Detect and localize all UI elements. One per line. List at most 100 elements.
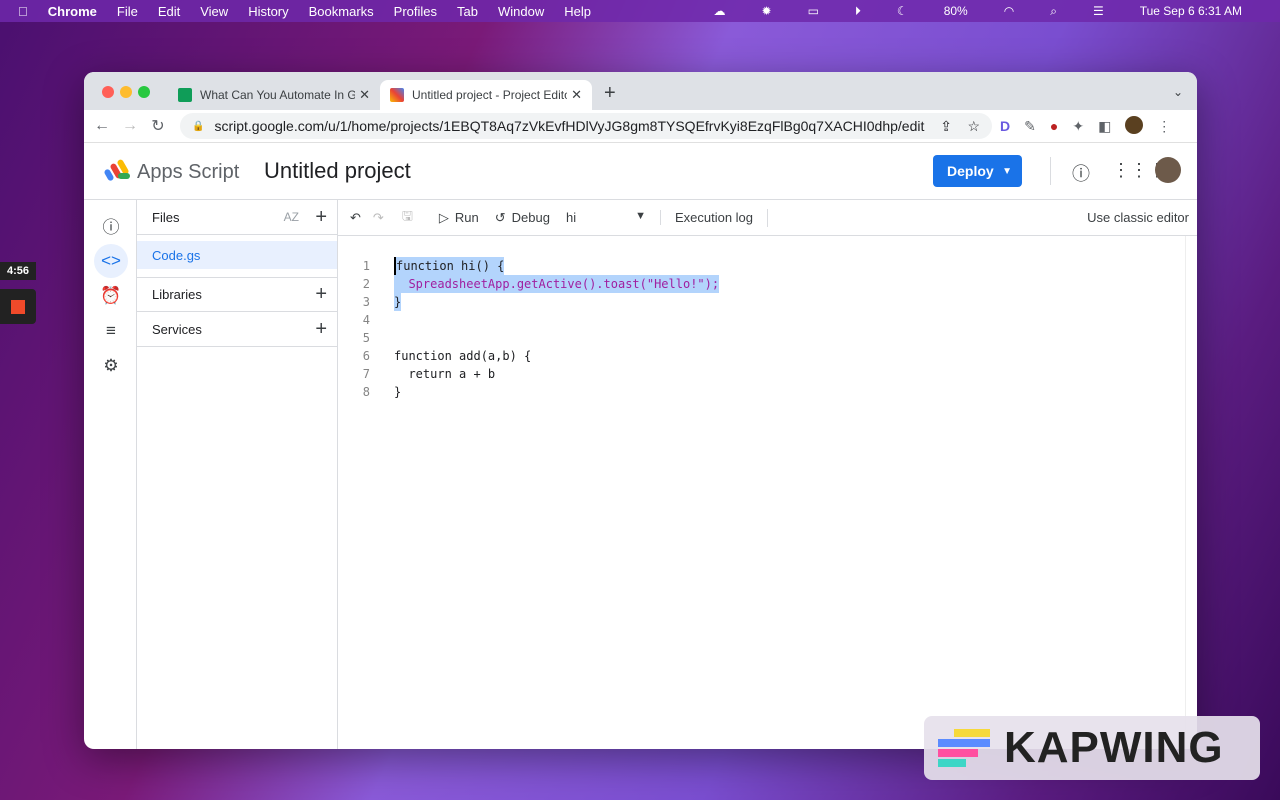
- share-icon[interactable]: ⇪: [940, 118, 952, 135]
- use-classic-editor-button[interactable]: Use classic editor: [1087, 210, 1189, 225]
- libraries-row[interactable]: Libraries +: [137, 277, 337, 312]
- lock-icon: 🔒: [192, 120, 205, 132]
- run-label: Run: [454, 209, 479, 225]
- minimize-window-button[interactable]: [120, 86, 132, 98]
- editor-scrollbar[interactable]: [1185, 236, 1197, 749]
- services-row[interactable]: Services +: [137, 312, 337, 347]
- add-service-button[interactable]: +: [315, 318, 327, 341]
- close-tab-icon[interactable]: ✕: [359, 87, 370, 103]
- forward-icon[interactable]: →: [116, 117, 144, 135]
- executions-list-icon[interactable]: ≡: [94, 314, 128, 348]
- menu-app[interactable]: Chrome: [48, 4, 97, 19]
- settings-gear-icon[interactable]: ⚙: [94, 349, 128, 383]
- tab-sheets[interactable]: What Can You Automate In Goo ✕: [168, 80, 380, 110]
- files-panel: Files AZ + Code.gs Libraries + Services +: [137, 200, 338, 749]
- add-library-button[interactable]: +: [315, 283, 327, 306]
- kapwing-text: KAPWING: [1004, 723, 1224, 772]
- menu-help[interactable]: Help: [564, 4, 591, 19]
- reload-icon[interactable]: ↻: [144, 116, 172, 136]
- play-icon: ▷: [438, 209, 449, 225]
- menu-view[interactable]: View: [200, 4, 228, 19]
- chrome-menu-icon[interactable]: ⋮: [1157, 118, 1171, 135]
- code-text: SpreadsheetApp.getActive().toast("Hello!…: [394, 275, 720, 293]
- extensions-puzzle-icon[interactable]: ✦: [1072, 118, 1084, 135]
- apps-script-logo: [104, 159, 130, 181]
- run-button[interactable]: ▷ Run: [439, 210, 479, 226]
- files-header: Files AZ +: [137, 200, 337, 235]
- wifi-icon[interactable]: ◠: [1004, 4, 1014, 18]
- divider: [767, 208, 769, 227]
- save-icon[interactable]: 🖫: [402, 207, 413, 229]
- extension-k-icon[interactable]: ●: [1050, 118, 1058, 135]
- url-field[interactable]: 🔒 script.google.com/u/1/home/projects/1E…: [180, 113, 992, 139]
- stop-recording-button[interactable]: [0, 289, 36, 324]
- kapwing-logo-icon: [938, 729, 990, 767]
- left-rail: ⓘ <> ⏰ ≡ ⚙: [84, 200, 137, 749]
- code-text: }: [394, 385, 402, 399]
- function-value: hi: [565, 210, 577, 225]
- services-label: Services: [152, 321, 202, 337]
- menu-history[interactable]: History: [248, 4, 288, 19]
- sort-az-button[interactable]: AZ: [284, 210, 299, 224]
- code-text: return a + b: [394, 367, 496, 381]
- apple-icon[interactable]: : [18, 4, 28, 19]
- undo-icon[interactable]: ↶: [350, 210, 361, 226]
- moon-icon[interactable]: ☾: [897, 4, 908, 18]
- app-header: Apps Script Untitled project Deploy ▼ ⓘ ⋮⋮…: [84, 143, 1197, 200]
- apps-script-icon: [390, 88, 404, 102]
- close-window-button[interactable]: [102, 86, 114, 98]
- code-editor[interactable]: 1 function hi() { 2 SpreadsheetApp.getAct…: [338, 236, 1197, 749]
- triggers-alarm-icon[interactable]: ⏰: [94, 279, 128, 313]
- help-icon[interactable]: ⓘ: [1072, 160, 1090, 186]
- stop-icon: [11, 300, 25, 314]
- new-tab-button[interactable]: +: [604, 82, 616, 105]
- chrome-window: What Can You Automate In Goo ✕ Untitled …: [84, 72, 1197, 749]
- menu-file[interactable]: File: [117, 4, 138, 19]
- menu-profiles[interactable]: Profiles: [394, 4, 437, 19]
- profile-avatar[interactable]: [1125, 116, 1144, 134]
- code-text: function add(a,b) {: [394, 349, 532, 363]
- divider: [1050, 157, 1051, 185]
- extension-icon[interactable]: ✎: [1024, 118, 1036, 135]
- play-icon[interactable]: ⏵: [855, 4, 861, 19]
- back-icon[interactable]: ←: [88, 117, 116, 135]
- caret-down-icon: ▼: [635, 210, 646, 222]
- menu-window[interactable]: Window: [498, 4, 544, 19]
- overview-info-icon[interactable]: ⓘ: [94, 208, 128, 242]
- deploy-button[interactable]: Deploy ▼: [933, 155, 1022, 187]
- add-file-button[interactable]: +: [315, 206, 327, 229]
- code-text: }: [394, 293, 402, 311]
- side-panel-icon[interactable]: ◧: [1098, 118, 1111, 135]
- battery-status[interactable]: 80%: [944, 4, 968, 18]
- address-bar-row: ← → ↻ 🔒 script.google.com/u/1/home/proje…: [84, 110, 1197, 143]
- brightness-icon[interactable]: ✹: [762, 4, 772, 18]
- macos-menubar:  Chrome File Edit View History Bookmark…: [0, 0, 1280, 22]
- function-select[interactable]: hi ▼: [566, 210, 646, 225]
- execution-log-button[interactable]: Execution log: [659, 210, 753, 225]
- url-text: script.google.com/u/1/home/projects/1EBQ…: [214, 118, 925, 134]
- redo-icon[interactable]: ↷: [373, 210, 384, 226]
- close-tab-icon[interactable]: ✕: [571, 87, 582, 103]
- zoom-window-button[interactable]: [138, 86, 150, 98]
- editor-code-icon[interactable]: <>: [94, 244, 128, 278]
- cloud-icon[interactable]: ☁: [714, 4, 726, 18]
- clock[interactable]: Tue Sep 6 6:31 AM: [1140, 4, 1242, 18]
- bookmark-star-icon[interactable]: ☆: [967, 118, 980, 135]
- tab-search-chevron-icon[interactable]: ⌄: [1173, 85, 1183, 99]
- search-icon[interactable]: ⌕: [1050, 4, 1057, 19]
- libraries-label: Libraries: [152, 287, 202, 302]
- debug-button[interactable]: ↺ Debug: [495, 210, 550, 226]
- window-icon[interactable]: ▭: [808, 4, 819, 18]
- file-code-gs[interactable]: Code.gs: [137, 241, 337, 269]
- extension-d-icon[interactable]: D: [1000, 118, 1010, 135]
- control-center-icon[interactable]: ☰: [1093, 4, 1104, 18]
- code-text: function hi() {: [394, 257, 505, 275]
- tab-title: Untitled project - Project Editor: [412, 88, 567, 102]
- menu-bookmarks[interactable]: Bookmarks: [309, 4, 374, 19]
- caret-down-icon: ▼: [1002, 165, 1012, 177]
- account-avatar[interactable]: [1155, 157, 1181, 183]
- menu-tab[interactable]: Tab: [457, 4, 478, 19]
- project-title[interactable]: Untitled project: [264, 158, 411, 184]
- menu-edit[interactable]: Edit: [158, 4, 180, 19]
- tab-apps-script[interactable]: Untitled project - Project Editor ✕: [380, 80, 592, 110]
